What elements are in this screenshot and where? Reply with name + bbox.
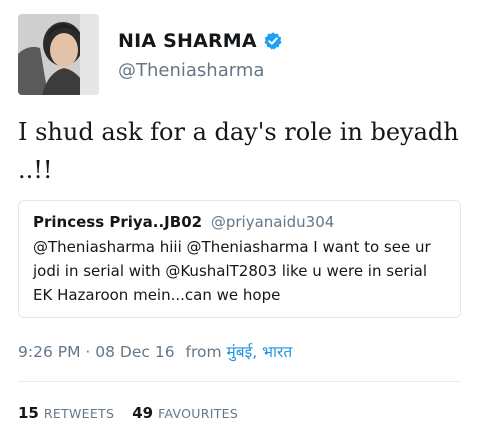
quoted-tweet-header: Princess Priya..JB02 @priyanaidu304: [33, 213, 446, 231]
quoted-author-handle: @priyanaidu304: [210, 213, 335, 231]
tweet-metadata: 9:26 PM · 08 Dec 16 from मुंबई, भारत: [18, 340, 292, 362]
favourites-count: 49: [132, 404, 154, 422]
divider: [18, 381, 461, 382]
tweet-stats: 15 RETWEETS 49 FAVOURITES: [18, 404, 256, 422]
retweets-stat[interactable]: 15 RETWEETS: [18, 404, 114, 422]
name-row: NIA SHARMA: [118, 30, 283, 52]
from-label: from: [185, 343, 222, 361]
tweet-location-link[interactable]: मुंबई, भारत: [227, 343, 293, 361]
avatar[interactable]: [18, 14, 99, 95]
avatar-image: [18, 14, 99, 95]
quoted-tweet-text: @Theniasharma hiii @Theniasharma I want …: [33, 238, 431, 304]
verified-badge-icon: [263, 31, 283, 51]
quoted-author-name: Princess Priya..JB02: [33, 213, 203, 231]
author-info: NIA SHARMA @Theniasharma: [118, 30, 283, 81]
retweets-label: RETWEETS: [43, 406, 115, 421]
author-handle[interactable]: @Theniasharma: [118, 60, 283, 81]
tweet-time[interactable]: 9:26 PM: [18, 343, 80, 361]
tweet-text: I shud ask for a day's role in beyadh ..…: [18, 118, 459, 184]
retweets-count: 15: [18, 404, 39, 422]
tweet-date[interactable]: 08 Dec 16: [95, 343, 174, 361]
author-display-name[interactable]: NIA SHARMA: [118, 30, 257, 52]
favourites-stat[interactable]: 49 FAVOURITES: [132, 404, 238, 422]
quoted-tweet[interactable]: Princess Priya..JB02 @priyanaidu304 @The…: [18, 200, 461, 318]
tweet-header: NIA SHARMA @Theniasharma: [18, 14, 463, 96]
meta-separator: ·: [85, 343, 96, 361]
favourites-label: FAVOURITES: [158, 406, 239, 421]
